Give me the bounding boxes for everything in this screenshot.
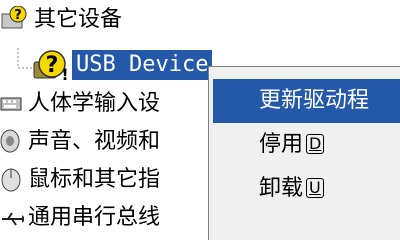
question-device-icon: ? bbox=[0, 5, 28, 40]
menu-item-update-driver[interactable]: 更新驱动程 bbox=[213, 79, 400, 123]
warning-question-icon: ? ! bbox=[30, 50, 70, 90]
tree-label-usb-device: USB Device bbox=[72, 50, 213, 80]
svg-text:?: ? bbox=[46, 53, 59, 78]
context-menu: 更新驱动程 停用 D 卸载 U bbox=[208, 66, 400, 240]
mouse-icon bbox=[0, 166, 24, 196]
menu-accelerator: D bbox=[306, 134, 325, 154]
menu-item-label: 更新驱动程 bbox=[259, 88, 370, 113]
tree-label-hid: 人体学输入设 bbox=[28, 91, 161, 116]
tree-label-usb-bus: 通用串行总线 bbox=[28, 205, 161, 230]
menu-item-uninstall[interactable]: 卸载 U bbox=[213, 167, 400, 211]
keyboard-icon bbox=[0, 92, 22, 118]
menu-item-disable[interactable]: 停用 D bbox=[213, 123, 400, 167]
speaker-icon bbox=[0, 128, 24, 158]
svg-text:!: ! bbox=[61, 65, 68, 84]
device-manager-tree: ? 其它设备 ? ! USB Device 人体学输入设 声音、视频和 鼠标和其… bbox=[0, 0, 400, 240]
menu-item-label: 卸载 bbox=[259, 176, 304, 201]
tree-label-other-devices: 其它设备 bbox=[34, 7, 123, 32]
tree-label-mouse: 鼠标和其它指 bbox=[28, 167, 161, 192]
tree-label-sound: 声音、视频和 bbox=[28, 129, 161, 154]
tree-node-other-devices[interactable]: ? 其它设备 bbox=[0, 4, 400, 44]
menu-item-label: 停用 bbox=[259, 132, 304, 157]
usb-icon bbox=[0, 210, 26, 232]
menu-accelerator: U bbox=[306, 178, 324, 198]
svg-text:?: ? bbox=[14, 8, 22, 23]
